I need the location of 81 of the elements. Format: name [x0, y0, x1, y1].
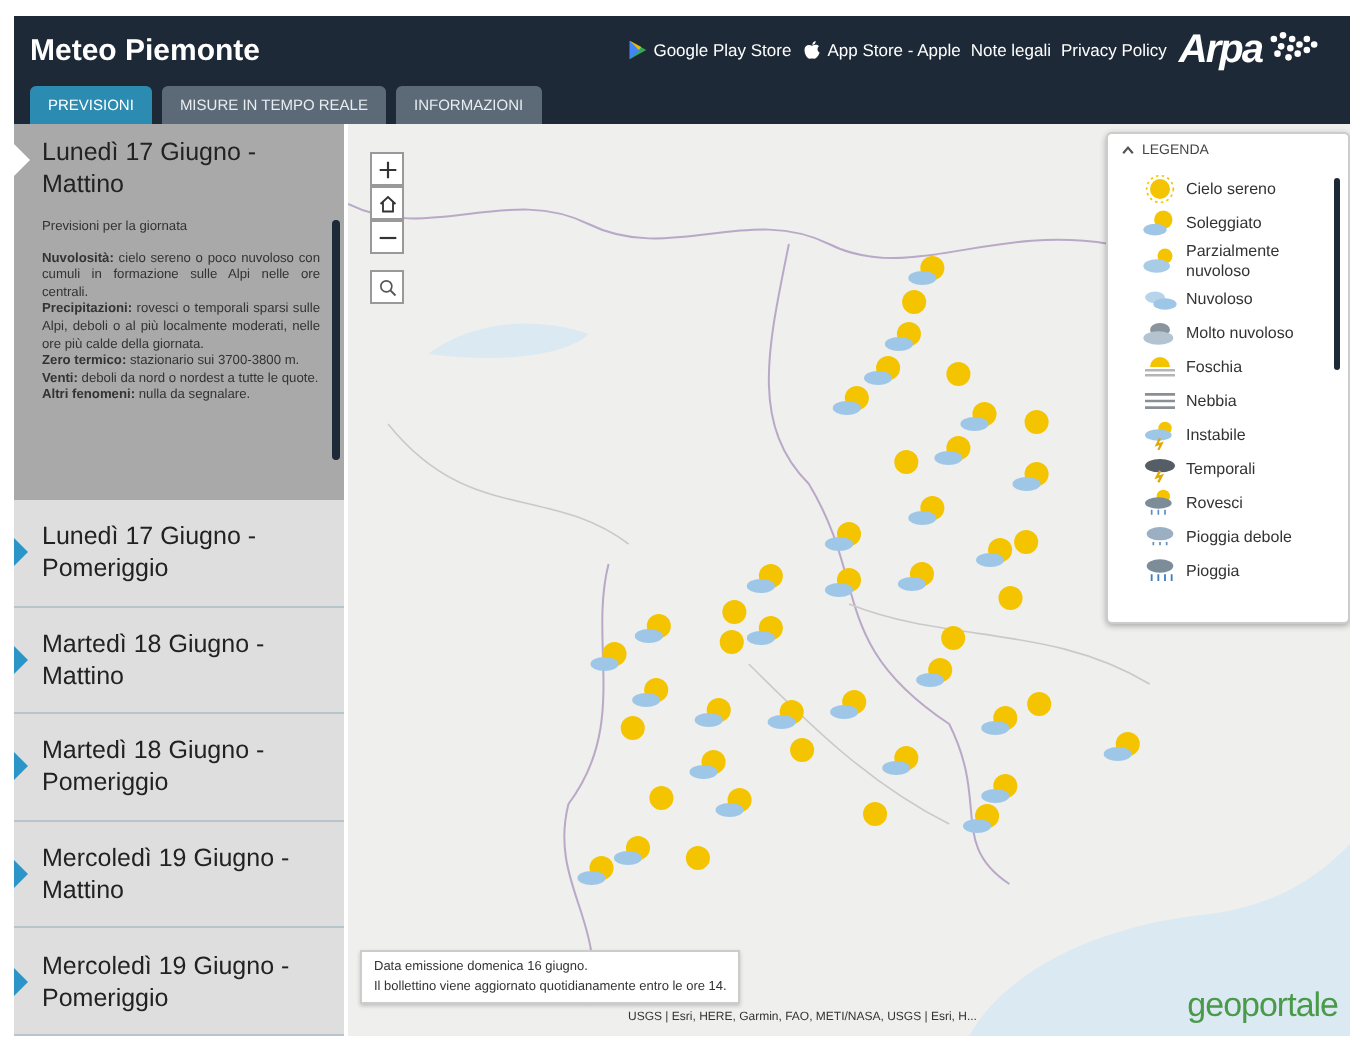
- site-title: Meteo Piemonte: [30, 33, 263, 67]
- weather-marker-icon[interactable]: [830, 690, 867, 719]
- legend-label: Nebbia: [1186, 391, 1237, 411]
- weather-marker-icon[interactable]: [767, 700, 804, 729]
- weather-marker-icon[interactable]: [685, 846, 710, 870]
- scrollbar[interactable]: [1334, 178, 1340, 370]
- home-button[interactable]: [370, 186, 404, 220]
- legend-label: Parzialmente nuvoloso: [1186, 242, 1282, 280]
- search-button[interactable]: [370, 270, 404, 304]
- weather-marker-icon[interactable]: [689, 750, 726, 779]
- weather-marker-icon[interactable]: [620, 716, 645, 740]
- legend-label: Rovesci: [1186, 493, 1243, 513]
- weather-marker-icon[interactable]: [790, 738, 815, 762]
- weather-marker-icon[interactable]: [863, 802, 888, 826]
- legend-label: Temporali: [1186, 459, 1256, 479]
- sun-weather-icon: [1140, 174, 1180, 204]
- search-icon: [377, 277, 397, 297]
- weather-marker-icon[interactable]: [976, 538, 1013, 567]
- weather-marker-icon[interactable]: [1014, 530, 1039, 554]
- weather-marker-icon[interactable]: [719, 630, 744, 654]
- weather-marker-icon[interactable]: [632, 678, 669, 707]
- weather-marker-icon[interactable]: [577, 856, 614, 885]
- pointer-notch: [14, 144, 30, 176]
- legend-label: Molto nuvoloso: [1186, 323, 1294, 343]
- weather-marker-icon[interactable]: [649, 786, 674, 810]
- weather-marker-icon[interactable]: [832, 386, 869, 415]
- weather-marker-icon[interactable]: [694, 698, 731, 727]
- weather-marker-icon[interactable]: [897, 562, 934, 591]
- plus-icon: [377, 159, 397, 179]
- weather-marker-icon[interactable]: [946, 362, 971, 386]
- weather-marker-icon[interactable]: [882, 746, 919, 775]
- zoom-in-button[interactable]: [370, 152, 404, 186]
- weather-marker-icon[interactable]: [998, 586, 1023, 610]
- weather-marker-icon[interactable]: [902, 290, 927, 314]
- weather-marker-icon[interactable]: [746, 564, 783, 593]
- legend-label: Foschia: [1186, 357, 1243, 377]
- header-link[interactable]: Google Play Store: [627, 40, 792, 60]
- legend-label: Instabile: [1186, 425, 1246, 445]
- weather-marker-icon[interactable]: [715, 788, 752, 817]
- weather-marker-icon[interactable]: [960, 402, 997, 431]
- play-triangle-icon: [627, 40, 648, 60]
- apple-icon: [801, 40, 822, 60]
- weather-marker-icon[interactable]: [1103, 732, 1140, 761]
- day-title[interactable]: Lunedì 17 Giugno - Mattino: [42, 136, 320, 200]
- storm-weather-icon: [1140, 454, 1180, 484]
- weather-marker-icon[interactable]: [916, 658, 953, 687]
- weather-marker-icon[interactable]: [824, 522, 861, 551]
- weather-marker-icon[interactable]: [722, 600, 747, 624]
- weather-marker-icon[interactable]: [613, 836, 650, 865]
- weather-marker-icon[interactable]: [981, 706, 1018, 735]
- weather-marker-icon[interactable]: [634, 614, 671, 643]
- legend-label: Pioggia: [1186, 561, 1240, 581]
- header-link[interactable]: Note legali: [970, 40, 1052, 60]
- legend-label: Nuvoloso: [1186, 289, 1253, 309]
- weather-marker-icon[interactable]: [884, 322, 921, 351]
- weather-marker-icon[interactable]: [1024, 410, 1049, 434]
- header-link[interactable]: App Store - Apple: [801, 40, 961, 60]
- weather-marker-icon[interactable]: [894, 450, 919, 474]
- legend-label: Cielo sereno: [1186, 179, 1276, 199]
- haze-weather-icon: [1140, 352, 1180, 382]
- weather-marker-icon[interactable]: [864, 356, 901, 385]
- agency-logo: Arpa: [1178, 27, 1322, 73]
- chevron-up-icon[interactable]: [1120, 142, 1136, 158]
- weather-marker-icon[interactable]: [941, 626, 966, 650]
- legend-label: Pioggia debole: [1186, 527, 1292, 547]
- zoom-out-button[interactable]: [370, 220, 404, 254]
- weather-marker-icon[interactable]: [746, 616, 783, 645]
- scrollbar[interactable]: [332, 220, 340, 460]
- weather-marker-icon[interactable]: [590, 642, 627, 671]
- weather-marker-icon[interactable]: [981, 774, 1018, 803]
- geoportale-logo: geoportale: [1187, 986, 1338, 1026]
- weather-marker-icon[interactable]: [934, 436, 971, 465]
- home-icon: [377, 193, 397, 213]
- weather-marker-icon[interactable]: [908, 496, 945, 525]
- weather-marker-icon[interactable]: [963, 804, 1000, 833]
- header-link[interactable]: Privacy Policy: [1061, 40, 1167, 60]
- weather-marker-icon[interactable]: [908, 256, 945, 285]
- weather-marker-icon[interactable]: [1027, 692, 1052, 716]
- weather-marker-icon[interactable]: [1012, 462, 1049, 491]
- weather-marker-icon[interactable]: [824, 568, 861, 597]
- legend-label: Soleggiato: [1186, 213, 1262, 233]
